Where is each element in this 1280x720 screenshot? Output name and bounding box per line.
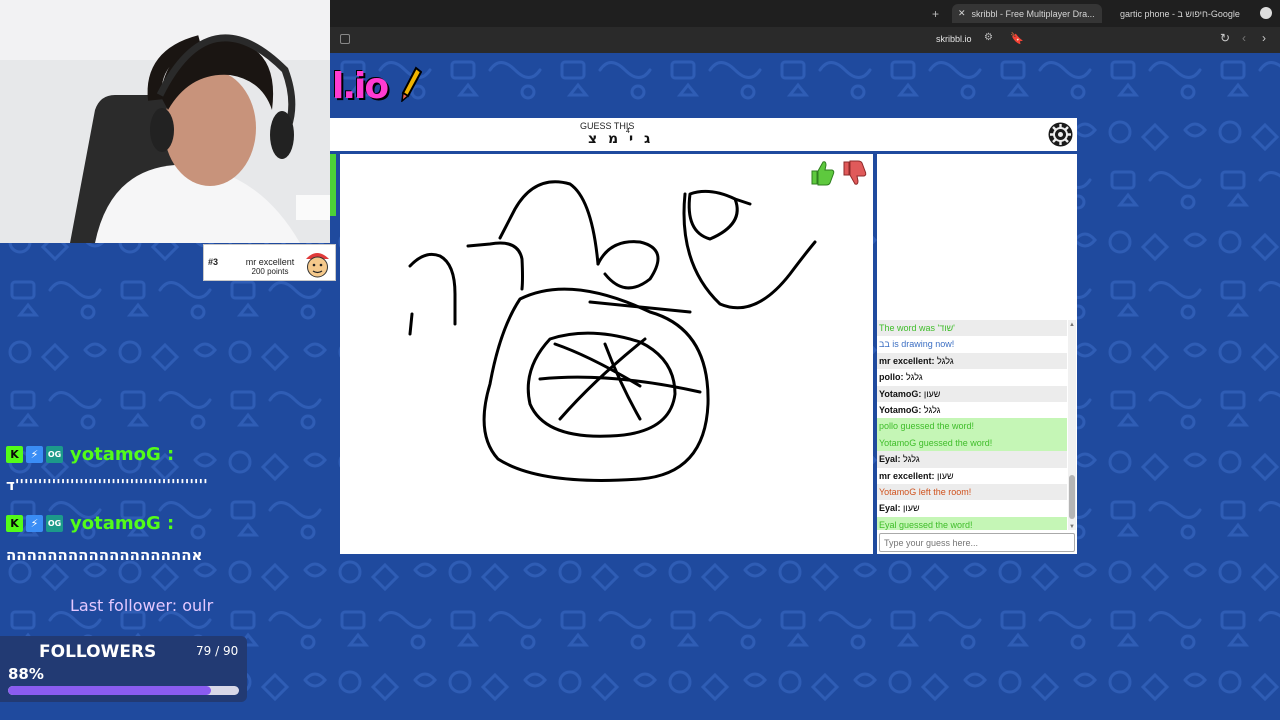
scroll-down-icon[interactable]: ▼ bbox=[1068, 524, 1076, 530]
chat-message: YotamoG guessed the word! bbox=[877, 434, 1067, 452]
chat-text: גלגל bbox=[903, 454, 920, 465]
word-hint: ג י מ צ bbox=[588, 131, 654, 147]
site-settings-icon[interactable]: ⚙ bbox=[984, 32, 993, 43]
webcam-feed bbox=[0, 0, 330, 243]
chat-text: שעון bbox=[903, 503, 920, 514]
drawing-canvas[interactable] bbox=[340, 154, 873, 554]
chat-text: שעון bbox=[923, 388, 941, 399]
player-card[interactable]: #3 mr excellent 200 points bbox=[203, 244, 336, 281]
stream-chat-message: אהההההההההההההההההה bbox=[6, 546, 203, 564]
chat-messages: The word was 'שוד' בב is drawing now! mr e… bbox=[877, 320, 1067, 530]
chat-message: YotamoG left the room! bbox=[877, 483, 1067, 501]
reload-icon[interactable]: ↻ bbox=[1220, 31, 1230, 45]
close-icon[interactable]: ✕ bbox=[958, 8, 966, 19]
chat-text: pollo guessed the word! bbox=[879, 421, 975, 432]
followers-title: FOLLOWERS bbox=[39, 642, 157, 662]
chat-text: YotamoG guessed the word! bbox=[879, 437, 993, 448]
followers-progress-fill bbox=[8, 686, 212, 695]
chat-message: YotamoG: שעון bbox=[877, 385, 1067, 402]
google-icon bbox=[1260, 7, 1272, 19]
og-badge-icon: OG bbox=[46, 445, 63, 463]
scroll-thumb[interactable] bbox=[1069, 475, 1075, 519]
chat-author: Eyal: bbox=[879, 503, 901, 514]
browser-toolbar: skribbl.io ⚙ 🔖 ↻ ‹ › bbox=[330, 27, 1280, 53]
word-length: 4 bbox=[626, 128, 630, 135]
lightning-badge-icon: ⚡ bbox=[26, 445, 43, 463]
chat-message: pollo: גלגל bbox=[877, 369, 1067, 385]
chat-author: mr excellent: bbox=[879, 355, 935, 366]
chat-text: גלגל bbox=[937, 355, 954, 366]
chat-author: YotamoG: bbox=[879, 388, 922, 399]
chat-message: mr excellent: שעון bbox=[877, 468, 1067, 484]
scroll-up-icon[interactable]: ▲ bbox=[1068, 322, 1076, 328]
kick-badge-icon: K bbox=[6, 445, 23, 463]
game-header: GUESS THIS ג י מ צ 4 bbox=[330, 118, 1077, 151]
browser-tab-strip: + ✕ skribbl - Free Multiplayer Dra... ga… bbox=[330, 0, 1280, 27]
tab-skribbl[interactable]: ✕ skribbl - Free Multiplayer Dra... bbox=[952, 4, 1102, 23]
gear-icon[interactable] bbox=[1046, 120, 1075, 149]
chat-message: Eyal: שעון bbox=[877, 500, 1067, 516]
skribbl-logo: l.io bbox=[332, 66, 422, 107]
chat-author: pollo: bbox=[879, 372, 904, 383]
followers-count: 79 / 90 bbox=[196, 644, 239, 658]
chat-text: גלגל bbox=[906, 372, 923, 383]
chat-author: mr excellent: bbox=[879, 470, 935, 481]
chat-message: Eyal: גלגל bbox=[877, 451, 1067, 468]
chat-text: גלגל bbox=[923, 404, 941, 415]
player-rank: #3 bbox=[208, 257, 219, 267]
chat-text: שעון bbox=[937, 470, 954, 481]
stream-chat-username: yotamoG : bbox=[70, 443, 175, 465]
pencil-icon bbox=[400, 66, 422, 103]
guess-input[interactable] bbox=[879, 533, 1075, 552]
followers-goal: FOLLOWERS 79 / 90 88% bbox=[0, 636, 247, 702]
chat-message: pollo guessed the word! bbox=[877, 418, 1067, 435]
player-points: 200 points bbox=[251, 267, 289, 276]
webcam-image bbox=[0, 0, 330, 243]
chat-text: בב is drawing now! bbox=[879, 339, 955, 350]
thumbs-up-icon[interactable] bbox=[808, 159, 836, 187]
stream-chat-message: ד'''''''''''''''''''''''''''''''''''''''… bbox=[6, 476, 208, 494]
followers-percent: 88% bbox=[8, 665, 44, 683]
chat-text: YotamoG left the room! bbox=[879, 486, 972, 497]
last-follower: Last follower: oulr bbox=[70, 596, 214, 615]
tab-label: skribbl - Free Multiplayer Dra... bbox=[971, 8, 1095, 19]
drawing bbox=[408, 180, 817, 482]
chat-message: mr excellent: גלגל bbox=[877, 352, 1067, 370]
player-name: mr excellent bbox=[245, 257, 295, 267]
chat-message: The word was 'שוד' bbox=[877, 320, 1067, 337]
player-list-strip bbox=[330, 154, 336, 216]
chat-message: בב is drawing now! bbox=[877, 336, 1067, 352]
page-info-icon[interactable] bbox=[340, 34, 350, 44]
stream-chat-username: yotamoG : bbox=[70, 512, 175, 534]
forward-icon[interactable]: › bbox=[1262, 31, 1266, 45]
chat-message: Eyal guessed the word! bbox=[877, 516, 1067, 530]
kick-badge-icon: K bbox=[6, 514, 23, 532]
chat-text: Eyal guessed the word! bbox=[879, 519, 973, 530]
lightning-badge-icon: ⚡ bbox=[26, 514, 43, 532]
stream-chat-line: K ⚡ OG yotamoG : bbox=[6, 512, 174, 534]
chat-text: The word was 'שוד' bbox=[879, 323, 955, 333]
chat-message: YotamoG: גלגל bbox=[877, 402, 1067, 418]
chat-author: Eyal: bbox=[879, 454, 901, 465]
tab-label: gartic phone - חיפוש ב-Google bbox=[1120, 8, 1240, 19]
followers-progress-track bbox=[8, 686, 239, 695]
bookmark-icon[interactable]: 🔖 bbox=[1010, 32, 1024, 45]
tab-google-search[interactable]: gartic phone - חיפוש ב-Google bbox=[1120, 4, 1250, 23]
og-badge-icon: OG bbox=[46, 514, 63, 532]
player-avatar bbox=[306, 253, 329, 278]
thumbs-down-icon[interactable] bbox=[840, 159, 868, 187]
chat-author: YotamoG: bbox=[879, 404, 922, 415]
new-tab-button[interactable]: + bbox=[932, 4, 939, 23]
chat-scrollbar[interactable]: ▲ ▼ bbox=[1068, 320, 1076, 530]
back-icon[interactable]: ‹ bbox=[1242, 31, 1246, 45]
stream-chat-line: K ⚡ OG yotamoG : bbox=[6, 443, 174, 465]
chat-panel: The word was 'שוד' בב is drawing now! mr e… bbox=[877, 154, 1077, 554]
address-bar[interactable]: skribbl.io bbox=[936, 34, 972, 44]
